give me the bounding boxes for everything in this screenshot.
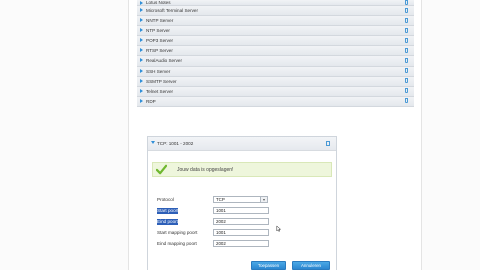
start-poort-value: 1001 — [216, 208, 226, 213]
expand-arrow-icon[interactable] — [140, 18, 143, 23]
service-row-telnet-server[interactable]: Telnet Server — [137, 86, 414, 97]
service-label: RealAudio Server — [146, 58, 183, 64]
protocol-select[interactable]: TCP — [213, 196, 268, 203]
expand-arrow-icon[interactable] — [140, 98, 143, 103]
success-message: Jouw data is opgeslagen! — [152, 162, 332, 177]
right-margin — [422, 0, 480, 270]
service-label: SSMTP Server — [146, 78, 177, 84]
chevron-down-icon[interactable] — [260, 197, 267, 202]
trash-icon[interactable] — [404, 7, 408, 13]
expand-arrow-icon[interactable] — [140, 88, 143, 93]
service-label: RTSP Server — [146, 48, 173, 54]
checkmark-icon — [156, 164, 167, 175]
trash-icon[interactable] — [404, 47, 408, 53]
eind-poort-input[interactable]: 2002 — [213, 218, 269, 225]
left-margin — [0, 0, 128, 270]
start-mapping-label: Start mapping poort — [157, 230, 198, 235]
eind-mapping-value: 2002 — [216, 241, 226, 246]
expand-arrow-icon[interactable] — [140, 1, 143, 5]
service-label: SSH Server — [146, 68, 171, 74]
expand-arrow-icon[interactable] — [140, 38, 143, 43]
service-row-ntp-server[interactable]: NTP Server — [137, 26, 414, 37]
cancel-button[interactable]: Annuleren — [292, 261, 330, 270]
service-row-microsoft-terminal-server[interactable]: Microsoft Terminal Server — [137, 6, 414, 17]
trash-icon[interactable] — [404, 68, 408, 74]
start-poort-label: Start poort — [157, 208, 179, 214]
trash-icon[interactable] — [404, 27, 408, 33]
start-mapping-value: 1001 — [216, 230, 226, 235]
expand-arrow-icon[interactable] — [140, 78, 143, 83]
expand-arrow-icon[interactable] — [140, 68, 143, 73]
text-cursor-icon — [276, 225, 281, 232]
service-list: Lotus Notes Microsoft Terminal Server NN… — [137, 0, 414, 107]
port-rule-editor: TCP: 1001 - 2002 Jouw data is opgeslagen… — [147, 136, 337, 270]
expand-arrow-icon[interactable] — [140, 8, 143, 12]
service-label: NNTP Server — [146, 18, 174, 24]
expand-arrow-icon[interactable] — [140, 28, 143, 33]
trash-icon[interactable] — [404, 88, 408, 94]
service-label: Telnet Server — [146, 88, 174, 94]
trash-icon[interactable] — [404, 17, 408, 23]
expand-arrow-icon[interactable] — [140, 58, 143, 63]
service-label: Microsoft Terminal Server — [146, 8, 198, 13]
service-row-ssh-server[interactable]: SSH Server — [137, 66, 414, 77]
trash-icon[interactable] — [404, 37, 408, 43]
eind-poort-label: Eind poort — [157, 219, 178, 225]
eind-mapping-input[interactable]: 2002 — [213, 240, 269, 247]
save-button[interactable]: Toepassen — [251, 261, 286, 270]
expand-arrow-icon[interactable] — [140, 48, 143, 53]
rule-header[interactable]: TCP: 1001 - 2002 — [148, 137, 336, 151]
trash-icon[interactable] — [404, 98, 408, 104]
service-label: POP3 Server — [146, 38, 174, 44]
service-label: NTP Server — [146, 28, 170, 34]
service-label: RDP — [146, 98, 156, 104]
trash-icon[interactable] — [326, 141, 330, 146]
trash-icon[interactable] — [404, 57, 408, 63]
trash-icon[interactable] — [404, 78, 408, 84]
rule-title: TCP: 1001 - 2002 — [157, 141, 194, 146]
eind-mapping-label: Eind mapping poort — [157, 241, 197, 246]
start-poort-input[interactable]: 1001 — [213, 207, 269, 214]
service-row-rdp[interactable]: RDP — [137, 96, 414, 107]
service-row-realaudio-server[interactable]: RealAudio Server — [137, 56, 414, 67]
service-row-ssmtp-server[interactable]: SSMTP Server — [137, 76, 414, 87]
service-row-nntp-server[interactable]: NNTP Server — [137, 16, 414, 27]
protocol-value: TCP — [216, 197, 225, 202]
service-row-rtsp-server[interactable]: RTSP Server — [137, 46, 414, 57]
start-mapping-input[interactable]: 1001 — [213, 229, 269, 236]
success-text: Jouw data is opgeslagen! — [177, 167, 234, 173]
service-row-pop3-server[interactable]: POP3 Server — [137, 36, 414, 47]
eind-poort-value: 2002 — [216, 219, 226, 224]
protocol-label: Protocol — [157, 197, 174, 202]
trash-icon[interactable] — [404, 0, 408, 5]
collapse-arrow-icon[interactable] — [151, 141, 155, 144]
